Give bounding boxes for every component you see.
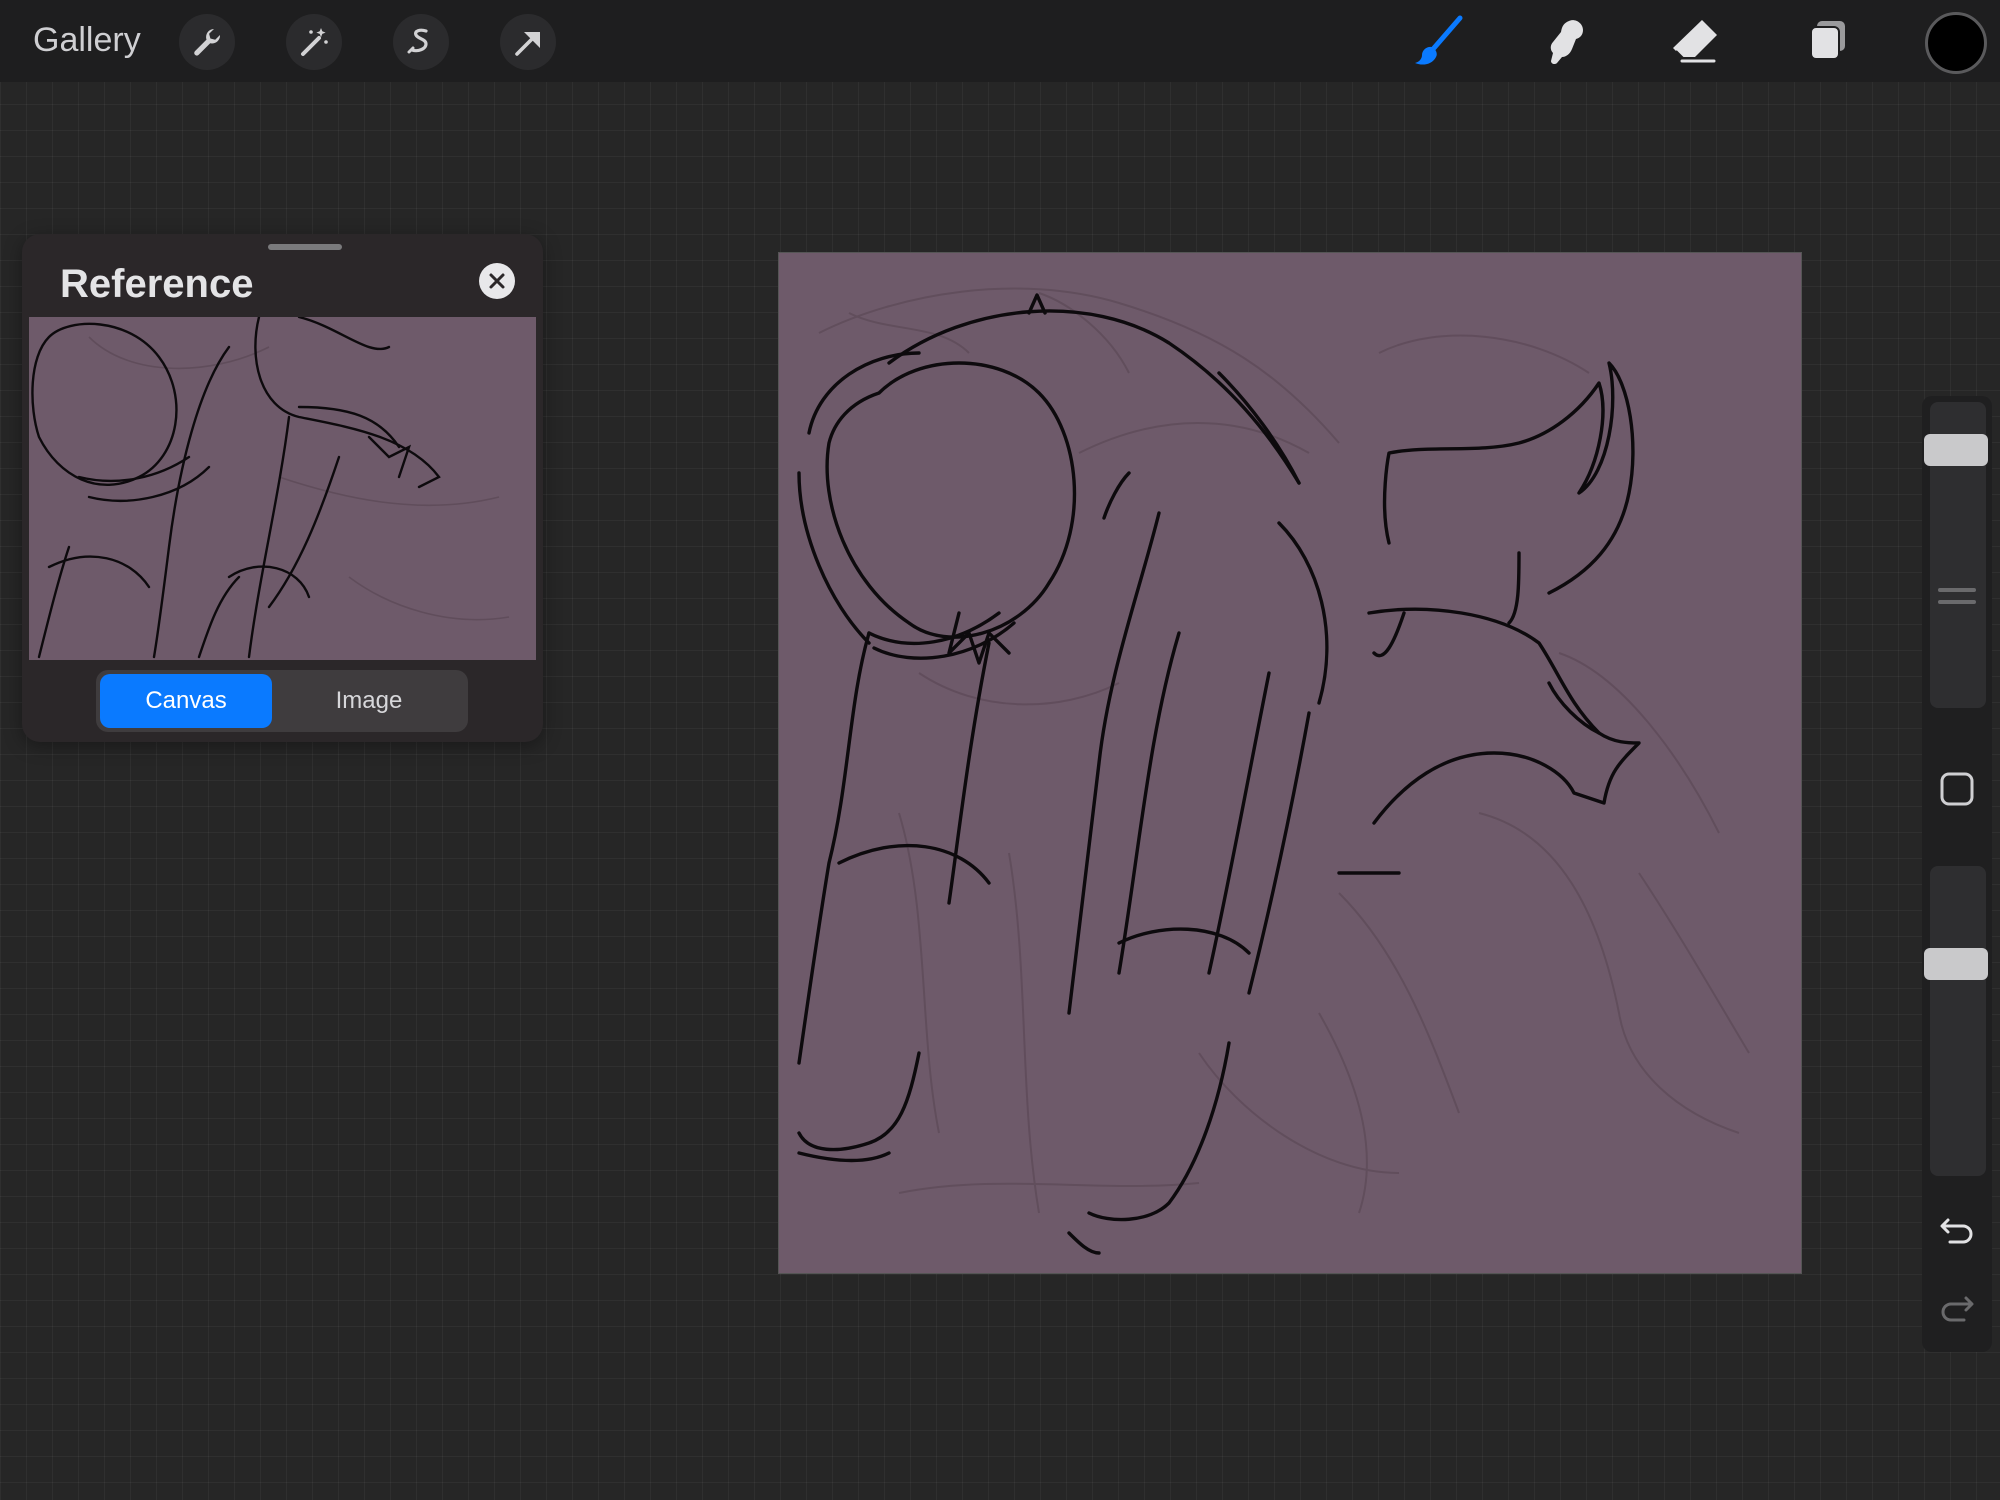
slider-mark [1938, 588, 1976, 592]
drag-handle[interactable] [268, 244, 342, 250]
gallery-button[interactable]: Gallery [33, 18, 141, 62]
actions-button[interactable] [179, 14, 235, 70]
paint-tool-button[interactable] [1408, 12, 1468, 72]
smudge-tool-button[interactable] [1536, 12, 1596, 72]
eraser-tool-button[interactable] [1665, 12, 1725, 72]
opacity-slider[interactable] [1924, 866, 1988, 1176]
brush-size-thumb[interactable] [1924, 434, 1988, 466]
color-picker-button[interactable] [1925, 12, 1987, 74]
selection-icon [404, 25, 438, 59]
close-button[interactable] [479, 263, 515, 299]
undo-icon [1938, 1210, 1976, 1248]
undo-button[interactable] [1936, 1208, 1978, 1250]
modify-button[interactable] [1936, 768, 1978, 810]
reference-preview [29, 317, 536, 660]
transform-button[interactable] [500, 14, 556, 70]
magic-wand-icon [297, 25, 331, 59]
brush-icon [1410, 14, 1466, 70]
close-icon [488, 272, 506, 290]
drawing-canvas[interactable] [778, 252, 1802, 1274]
layers-button[interactable] [1796, 12, 1856, 72]
reference-source-toggle: Canvas Image [96, 670, 468, 732]
redo-icon [1938, 1288, 1976, 1326]
adjustments-button[interactable] [286, 14, 342, 70]
selection-button[interactable] [393, 14, 449, 70]
transform-arrow-icon [511, 25, 545, 59]
tab-image[interactable]: Image [274, 674, 464, 728]
top-toolbar: Gallery [0, 0, 2000, 82]
slider-mark [1938, 600, 1976, 604]
layers-icon [1801, 17, 1851, 67]
brush-size-slider[interactable] [1924, 402, 1988, 708]
wrench-icon [190, 25, 224, 59]
reference-title: Reference [60, 262, 254, 306]
sketch-artwork [797, 287, 1750, 1255]
smudge-icon [1539, 15, 1593, 69]
reference-panel: Reference Canvas Image [22, 234, 543, 742]
redo-button[interactable] [1936, 1286, 1978, 1328]
tab-canvas[interactable]: Canvas [100, 674, 272, 728]
square-icon [1939, 771, 1975, 807]
opacity-thumb[interactable] [1924, 948, 1988, 980]
sidebar [1922, 396, 1992, 1352]
eraser-icon [1668, 15, 1722, 69]
